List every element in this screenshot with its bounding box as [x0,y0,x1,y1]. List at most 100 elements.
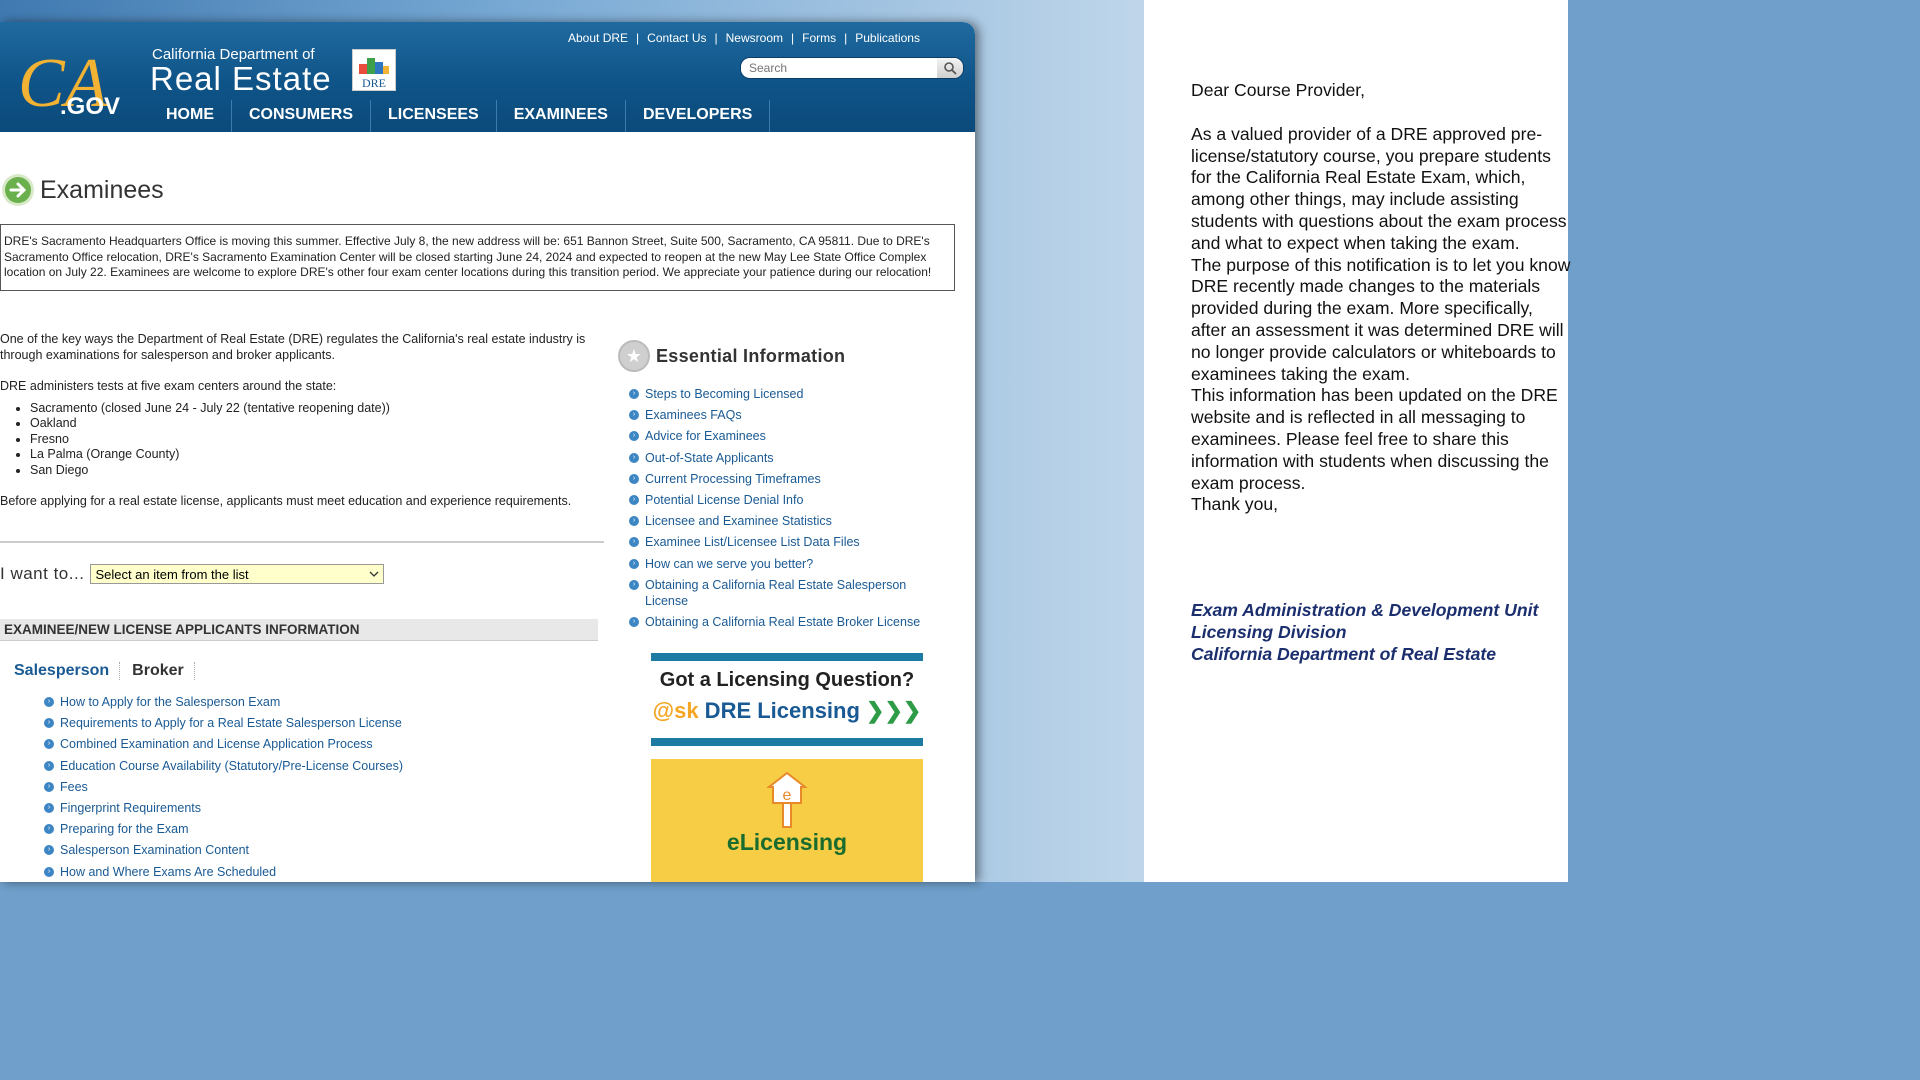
chevron-right-icon: › [629,410,639,421]
licensing-question-banner[interactable]: Got a Licensing Question? @sk DRE Licens… [651,653,923,882]
chevron-right-icon: › [44,866,54,877]
svg-text:e: e [783,787,792,804]
nav-home[interactable]: HOME [150,100,232,132]
letter-paragraph-2: The purpose of this notification is to l… [1191,254,1571,384]
link-text[interactable]: How to Apply for the Salesperson Exam [60,694,280,710]
arrow-right-icon [2,174,34,206]
i-want-to-label: I want to... [0,564,85,583]
search-icon [944,62,957,75]
search-button[interactable] [937,58,963,78]
chevron-right-icon: › [629,537,639,548]
ca-gov-logo[interactable]: CA .GOV [16,34,128,118]
section-header: EXAMINEE/NEW LICENSE APPLICANTS INFORMAT… [0,619,598,641]
link-text[interactable]: Combined Examination and License Applica… [60,736,373,752]
link-text[interactable]: Obtaining a California Real Estate Sales… [645,577,949,609]
page-title: Examinees [40,175,164,204]
link-item[interactable]: › Examinees FAQs [629,407,949,423]
select-value: Select an item from the list [95,566,249,582]
link-item[interactable]: › Out-of-State Applicants [629,450,949,466]
link-item[interactable]: › Obtaining a California Real Estate Brok… [629,614,949,630]
link-text[interactable]: Obtaining a California Real Estate Broke… [645,614,920,630]
link-item[interactable]: › Fingerprint Requirements [44,800,403,816]
svg-text:.GOV: .GOV [60,93,120,118]
link-text[interactable]: How and Where Exams Are Scheduled [60,864,276,880]
tab-salesperson[interactable]: Salesperson [14,662,119,680]
letter-paragraph-3: This information has been updated on the… [1191,385,1558,493]
i-want-to-select[interactable]: Select an item from the list [90,564,385,584]
link-item[interactable]: › Examinee List/Licensee List Data Files [629,534,949,550]
link-item[interactable]: › Obtaining a California Real Estate Sale… [629,577,949,609]
link-text[interactable]: Potential License Denial Info [645,492,803,508]
link-item[interactable]: › Preparing for the Exam [44,821,403,837]
key-icon: e [767,771,807,828]
link-item[interactable]: › Combined Examination and License Applic… [44,736,403,752]
link-item[interactable]: › How can we serve you better? [629,556,949,572]
letter-body: Dear Course Provider, As a valued provid… [1191,80,1571,516]
intro-paragraph-1: One of the key ways the Department of Re… [0,332,586,362]
util-link-forms[interactable]: Forms [794,31,844,45]
chevron-right-icon: › [629,494,639,505]
essential-info-links: › Steps to Becoming Licensed › Examinees FA… [629,386,949,635]
letter-signature: Exam Administration & Development Unit L… [1191,600,1538,665]
chevron-down-icon [369,571,379,577]
link-text[interactable]: Requirements to Apply for a Real Estate … [60,715,402,731]
nav-consumers[interactable]: CONSUMERS [232,100,372,132]
link-item[interactable]: › How and Where Exams Are Scheduled [44,864,403,880]
link-text[interactable]: Examinees FAQs [645,407,742,423]
link-item[interactable]: › Advice for Examinees [629,428,949,444]
tab-broker[interactable]: Broker [119,662,195,680]
dre-logo[interactable]: DRE [352,49,396,91]
util-link-contact[interactable]: Contact Us [639,31,714,45]
search-box [740,57,964,79]
divider [0,541,604,543]
search-input[interactable] [741,59,937,77]
essential-info-header: ★ Essential Information [618,340,845,372]
link-item[interactable]: › Salesperson Examination Content [44,842,403,858]
link-text[interactable]: Examinee List/Licensee List Data Files [645,534,860,550]
link-item[interactable]: › Steps to Becoming Licensed [629,386,949,402]
chevrons-icon: ❯❯❯ [866,698,922,723]
essential-info-title: Essential Information [656,345,846,366]
dept-name-large: Real Estate [150,60,332,97]
link-text[interactable]: Fingerprint Requirements [60,800,201,816]
exam-centers-list: Sacramento (closed June 24 - July 22 (te… [0,401,590,479]
link-item[interactable]: › Fees [44,779,403,795]
chevron-right-icon: › [44,739,54,750]
banner-question: Got a Licensing Question? [659,669,915,691]
nav-examinees[interactable]: EXAMINEES [497,100,626,132]
link-text[interactable]: Advice for Examinees [645,428,766,444]
link-item[interactable]: › Potential License Denial Info [629,492,949,508]
link-text[interactable]: Current Processing Timeframes [645,471,821,487]
browser-page: CA .GOV California Department of Real Es… [0,22,975,882]
link-item[interactable]: › Requirements to Apply for a Real Estate… [44,715,403,731]
chevron-right-icon: › [629,431,639,442]
link-text[interactable]: Fees [60,779,88,795]
elicensing-label: eLicensing [726,829,848,855]
nav-licensees[interactable]: LICENSEES [371,100,497,132]
link-item[interactable]: › How to Apply for the Salesperson Exam [44,694,403,710]
link-text[interactable]: Steps to Becoming Licensed [645,386,803,402]
page-title-row: Examinees [2,174,164,206]
chevron-right-icon: › [44,845,54,856]
util-link-publications[interactable]: Publications [847,31,928,45]
link-text[interactable]: How can we serve you better? [645,556,813,572]
nav-developers[interactable]: DEVELOPERS [626,100,771,132]
chevron-right-icon: › [44,802,54,813]
util-link-about[interactable]: About DRE [560,31,636,45]
letter-panel: Dear Course Provider, As a valued provid… [1144,0,1571,882]
link-text[interactable]: Out-of-State Applicants [645,450,774,466]
link-item[interactable]: › Licensee and Examinee Statistics [629,513,949,529]
dre-house-icon: DRE [359,58,389,90]
link-text[interactable]: Preparing for the Exam [60,821,189,837]
chevron-right-icon: › [629,579,639,590]
link-text[interactable]: Licensee and Examinee Statistics [645,513,832,529]
svg-text:DRE: DRE [362,76,386,90]
link-item[interactable]: › Current Processing Timeframes [629,471,949,487]
link-text[interactable]: Salesperson Examination Content [60,842,249,858]
util-link-newsroom[interactable]: Newsroom [718,31,791,45]
intro-paragraph-3: Before applying for a real estate licens… [0,494,572,508]
utility-nav: About DRE | Contact Us | Newsroom | Forms | … [560,28,928,48]
link-item[interactable]: › Education Course Availability (Statutor… [44,758,403,774]
link-text[interactable]: Education Course Availability (Statutory… [60,758,403,774]
list-item: Oakland [30,416,590,432]
